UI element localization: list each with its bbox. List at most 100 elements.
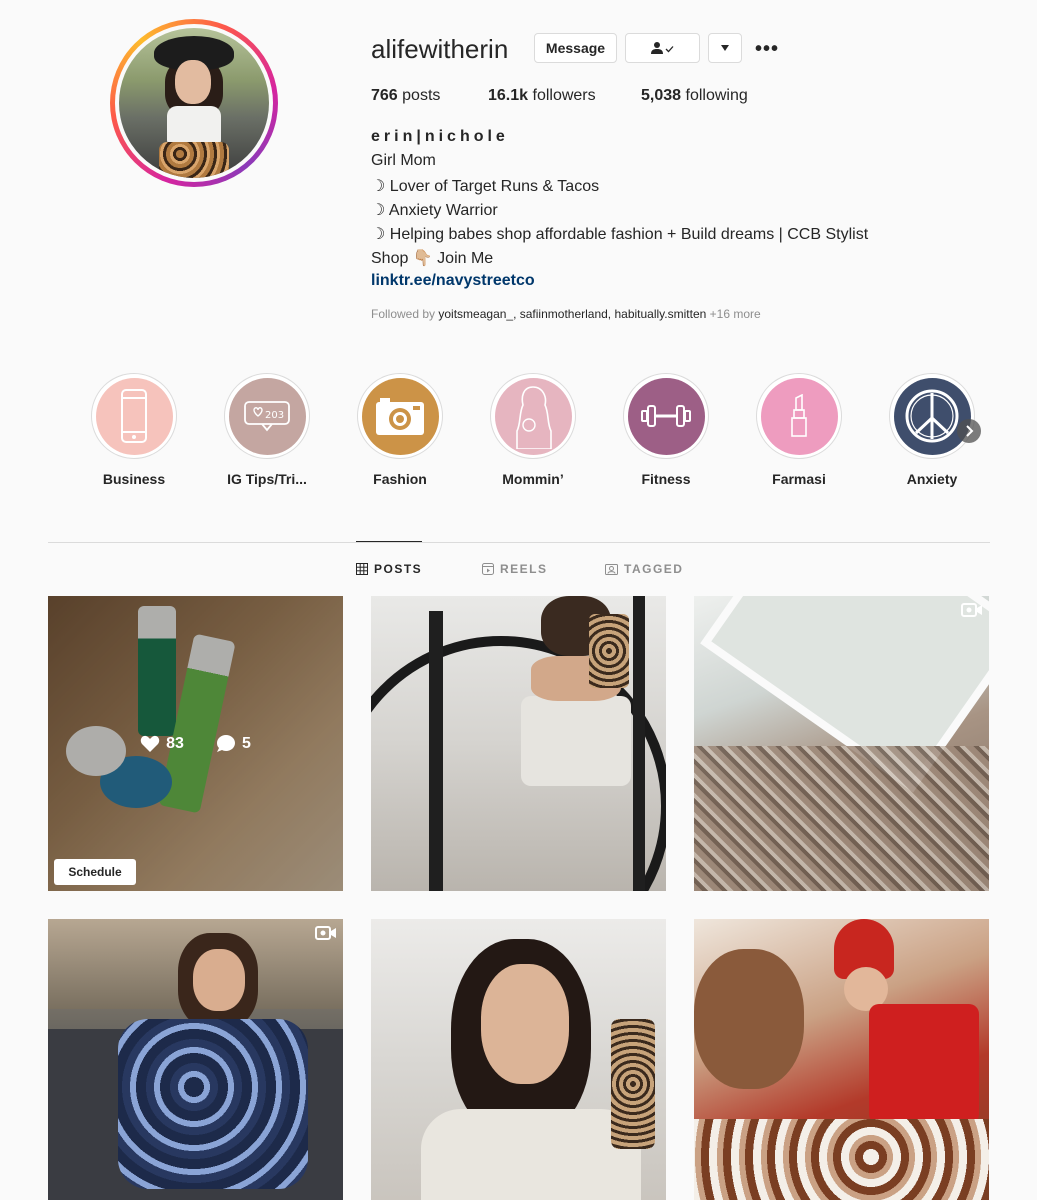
reels-icon — [482, 563, 494, 575]
followed-by-prefix: Followed by — [371, 307, 436, 321]
post-thumbnail-2[interactable] — [371, 596, 666, 891]
highlight-farmasi[interactable]: Farmasi — [754, 373, 844, 487]
highlight-cover: 203 — [228, 377, 306, 455]
post-thumbnail-4[interactable] — [48, 919, 343, 1200]
profile-username: alifewitherin — [371, 34, 509, 64]
video-icon — [315, 926, 336, 940]
bio-line-3: ☽ Anxiety Warrior — [371, 202, 498, 219]
photo-candlestick-2 — [633, 596, 645, 891]
highlight-fitness[interactable]: Fitness — [621, 373, 711, 487]
suggested-dropdown-button[interactable] — [708, 33, 742, 63]
grid-icon — [356, 563, 368, 575]
tagged-icon — [605, 564, 618, 575]
followed-by[interactable]: Followed by yoitsmeagan_, safiinmotherla… — [371, 307, 761, 321]
active-tab-indicator — [356, 541, 422, 542]
bio-line-5: Shop 👇🏼 Join Me — [371, 250, 494, 267]
schedule-button[interactable]: Schedule — [54, 859, 136, 885]
highlight-ring — [490, 373, 576, 459]
tab-reels-label: REELS — [500, 562, 548, 576]
photo-red-mug — [869, 1004, 979, 1124]
highlight-ring: 203 — [224, 373, 310, 459]
posts-count: 766 posts — [371, 87, 440, 105]
highlight-ring — [91, 373, 177, 459]
highlight-label: IG Tips/Tri... — [227, 471, 307, 487]
post-comments-count: 5 — [241, 734, 251, 752]
highlight-cover — [627, 377, 705, 455]
photo-rug — [694, 746, 989, 891]
followers-count-label: followers — [532, 87, 596, 104]
caret-down-icon — [721, 45, 729, 51]
photo-cookies — [694, 1119, 989, 1200]
video-icon — [961, 603, 982, 617]
following-count-label: following — [685, 87, 748, 104]
highlight-ring — [889, 373, 975, 459]
highlight-fashion[interactable]: Fashion — [355, 373, 445, 487]
highlight-cover — [95, 377, 173, 455]
following-link[interactable]: 5,038 following — [641, 87, 748, 105]
post-comments: 5 — [216, 734, 251, 754]
highlight-label: Fitness — [641, 471, 691, 487]
following-button[interactable] — [625, 33, 700, 63]
photo-reindeer — [694, 949, 804, 1089]
tab-tagged[interactable]: TAGGED — [605, 562, 683, 576]
dumbbell-icon — [641, 405, 691, 427]
lipstick-icon — [791, 394, 807, 437]
highlight-ring — [623, 373, 709, 459]
highlight-label: Farmasi — [772, 471, 826, 487]
highlight-ig-tips[interactable]: 203 IG Tips/Tri... — [222, 373, 312, 487]
highlights-next-button[interactable] — [957, 419, 981, 443]
highlight-cover — [760, 377, 838, 455]
avatar-face — [175, 60, 211, 104]
avatar-top — [167, 106, 221, 146]
highlight-cover — [494, 377, 572, 455]
bio-line-4: ☽ Helping babes shop affordable fashion … — [371, 226, 869, 243]
photo-phone — [589, 614, 629, 688]
followed-by-more: +16 more — [709, 307, 761, 321]
profile-avatar-ring[interactable] — [110, 19, 278, 187]
following-count-value: 5,038 — [641, 87, 682, 104]
highlight-label: Anxiety — [906, 471, 958, 487]
photo-person-sweater — [421, 1109, 641, 1200]
peace-icon — [905, 389, 959, 443]
tab-posts-label: POSTS — [374, 562, 423, 576]
like-notification-icon: 203 — [244, 401, 290, 432]
profile-full-name: erin|nichole — [371, 128, 509, 145]
person-check-icon — [650, 42, 673, 54]
photo-candlestick — [429, 611, 443, 891]
highlight-ring — [357, 373, 443, 459]
phone-icon — [121, 389, 147, 443]
post-thumbnail-1[interactable]: 83 5 Schedule — [48, 596, 343, 891]
bio-website-link[interactable]: linktr.ee/navystreetco — [371, 272, 535, 290]
photo-person-face — [481, 964, 569, 1084]
photo-person-face — [193, 949, 245, 1011]
tab-posts[interactable]: POSTS — [356, 562, 422, 576]
avatar-border — [115, 24, 273, 182]
highlight-label: Fashion — [373, 471, 427, 487]
post-thumbnail-6[interactable] — [694, 919, 989, 1200]
post-thumbnail-5[interactable] — [371, 919, 666, 1200]
message-button[interactable]: Message — [534, 33, 617, 63]
photo-phone — [611, 1019, 655, 1149]
photo-person-top — [521, 696, 631, 786]
avatar-skirt — [159, 142, 229, 178]
tab-reels[interactable]: REELS — [482, 562, 548, 576]
followed-by-names: yoitsmeagan_, safiinmotherland, habitual… — [438, 307, 707, 321]
mom-baby-icon — [516, 386, 552, 449]
avatar[interactable] — [119, 28, 269, 178]
more-options-icon[interactable]: ••• — [755, 38, 779, 61]
highlight-business[interactable]: Business — [89, 373, 179, 487]
highlight-cover — [893, 377, 971, 455]
highlight-mommin[interactable]: Mommin’ — [488, 373, 578, 487]
chevron-right-icon — [966, 425, 974, 437]
comment-icon — [216, 734, 235, 752]
post-thumbnail-3[interactable] — [694, 596, 989, 891]
highlight-cover — [361, 377, 439, 455]
followers-count-value: 16.1k — [488, 87, 529, 104]
post-likes-count: 83 — [166, 734, 184, 752]
tabs-divider — [48, 542, 990, 543]
post-hover-overlay: 83 5 — [48, 596, 343, 891]
camera-icon — [376, 398, 424, 435]
followers-link[interactable]: 16.1k followers — [488, 87, 596, 105]
bio-line-2: ☽ Lover of Target Runs & Tacos — [371, 178, 600, 195]
highlight-label: Business — [102, 471, 166, 487]
